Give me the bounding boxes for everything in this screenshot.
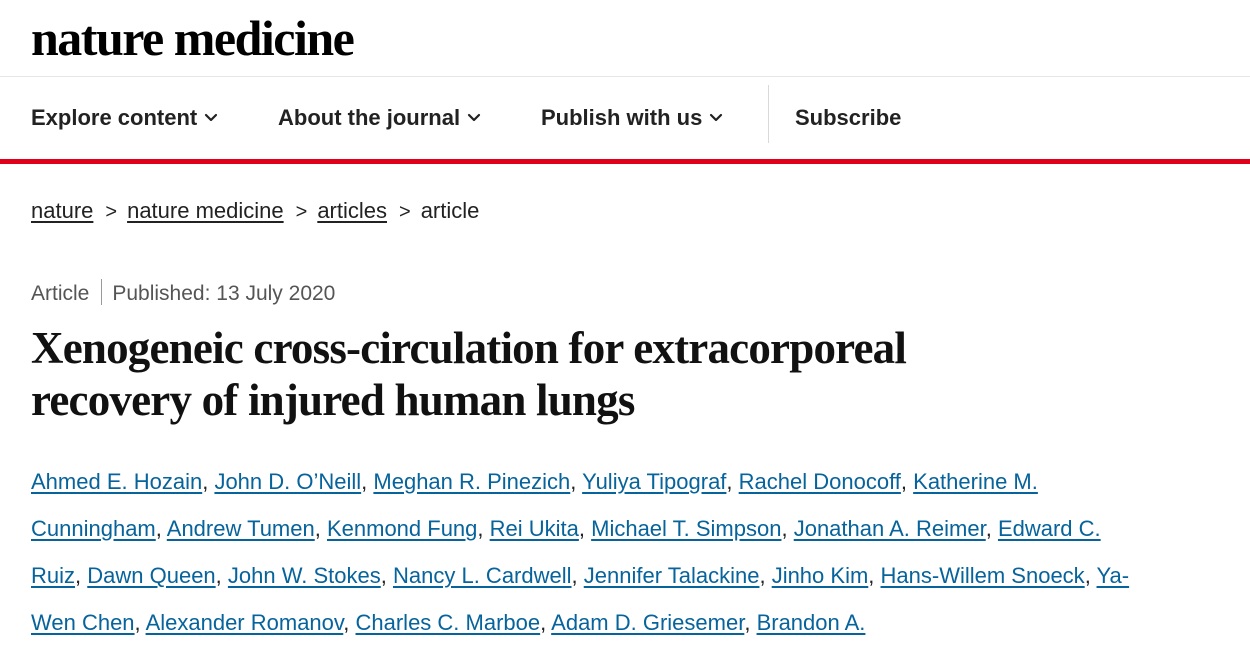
nav-divider	[768, 85, 769, 143]
author-link[interactable]: Alexander Romanov	[146, 610, 344, 635]
author-link[interactable]: Meghan R. Pinezich	[373, 469, 570, 494]
article-title-line-2: recovery of injured human lungs	[31, 375, 635, 425]
nav-publish-with-us[interactable]: Publish with us	[541, 104, 724, 132]
breadcrumb-current: article	[420, 198, 480, 223]
author-link[interactable]: Hans-Willem Snoeck	[881, 563, 1085, 588]
author-link[interactable]: Michael T. Simpson	[591, 516, 781, 541]
author-link[interactable]: Dawn Queen	[87, 563, 215, 588]
author-link[interactable]: John D. O’Neill	[214, 469, 361, 494]
author-link[interactable]: Jennifer Talackine	[584, 563, 760, 588]
author-link[interactable]: Jonathan A. Reimer	[794, 516, 986, 541]
chevron-down-icon	[467, 114, 481, 122]
author-link[interactable]: Jinho Kim	[772, 563, 869, 588]
author-link[interactable]: Ahmed E. Hozain	[31, 469, 202, 494]
breadcrumb-link-articles[interactable]: articles	[317, 198, 387, 223]
nav-explore-content[interactable]: Explore content	[31, 104, 219, 132]
main-nav: Explore content About the journal Publis…	[0, 77, 1250, 164]
author-link[interactable]: Andrew Tumen	[167, 516, 315, 541]
author-link[interactable]: Charles C. Marboe	[356, 610, 541, 635]
breadcrumb-separator: >	[105, 201, 118, 223]
author-link[interactable]: Adam D. Griesemer	[551, 610, 744, 635]
author-link[interactable]: Nancy L. Cardwell	[393, 563, 572, 588]
article-type: Article	[31, 282, 90, 305]
author-link[interactable]: Yuliya Tipograf	[582, 469, 726, 494]
article-title-line-1: Xenogeneic cross-circulation for extraco…	[31, 323, 907, 373]
author-link[interactable]: Kenmond Fung	[327, 516, 477, 541]
breadcrumb-separator: >	[295, 201, 308, 223]
author-link[interactable]: Brandon A.	[757, 610, 866, 635]
chevron-down-icon	[710, 114, 723, 122]
article-meta: Article Published: 13 July 2020	[31, 279, 336, 308]
nav-subscribe[interactable]: Subscribe	[795, 104, 901, 132]
breadcrumb: nature > nature medicine > articles > article	[31, 197, 479, 226]
article-title: Xenogeneic cross-circulation for extraco…	[31, 322, 1131, 426]
nav-about-the-journal-label: About the journal	[278, 105, 461, 130]
site-header: nature medicine	[0, 0, 1250, 77]
nav-about-the-journal[interactable]: About the journal	[278, 104, 482, 132]
nav-subscribe-label: Subscribe	[795, 105, 902, 130]
meta-divider	[101, 279, 103, 306]
nav-publish-with-us-label: Publish with us	[541, 105, 703, 130]
site-logo[interactable]: nature medicine	[31, 10, 355, 66]
breadcrumb-link-nature[interactable]: nature	[31, 198, 93, 223]
breadcrumb-link-nature-medicine[interactable]: nature medicine	[127, 198, 284, 223]
author-list: Ahmed E. Hozain, John D. O’Neill, Meghan…	[31, 469, 1130, 635]
author-link[interactable]: John W. Stokes	[228, 563, 381, 588]
chevron-down-icon	[205, 114, 218, 122]
nav-explore-content-label: Explore content	[31, 105, 198, 130]
author-link[interactable]: Rachel Donocoff	[739, 469, 901, 494]
published-date: Published: 13 July 2020	[112, 282, 336, 305]
author-link[interactable]: Rei Ukita	[490, 516, 579, 541]
breadcrumb-separator: >	[399, 201, 411, 223]
